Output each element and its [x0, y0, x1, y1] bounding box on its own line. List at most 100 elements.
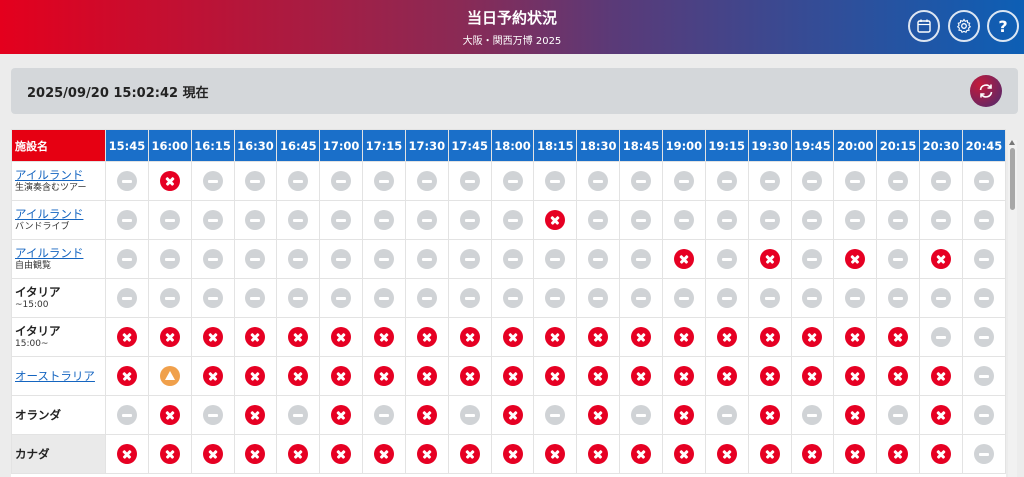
status-full-icon — [673, 444, 694, 465]
status-full-icon — [502, 405, 523, 426]
help-button[interactable]: ? — [987, 10, 1019, 42]
slot-cell — [233, 161, 278, 201]
status-full-icon — [502, 444, 523, 465]
slot-cell — [619, 317, 663, 357]
slot-cell — [276, 356, 321, 396]
status-none-icon — [459, 249, 480, 270]
status-none-icon — [973, 171, 994, 192]
status-full-icon — [373, 327, 394, 348]
slot-cell — [362, 317, 406, 357]
slot-cell — [105, 278, 149, 318]
status-none-icon — [716, 171, 737, 192]
status-none-icon — [545, 249, 566, 270]
facility-link[interactable]: アイルランド — [15, 207, 105, 221]
slot-cell — [362, 239, 406, 279]
facility-link[interactable]: オーストラリア — [15, 369, 105, 383]
status-full-icon — [716, 444, 737, 465]
slot-cell — [490, 317, 535, 357]
slot-cell — [747, 239, 792, 279]
slot-cell — [147, 278, 192, 318]
status-none-icon — [116, 249, 137, 270]
status-full-icon — [845, 249, 866, 270]
status-full-icon — [416, 327, 437, 348]
time-column-header: 18:00 — [490, 129, 535, 162]
slot-cell — [276, 278, 321, 318]
slot-cell — [619, 161, 663, 201]
status-none-icon — [416, 171, 437, 192]
facility-name: オランダ — [15, 408, 61, 422]
status-none-icon — [288, 249, 309, 270]
current-timestamp: 2025/09/20 15:02:42 現在 — [27, 86, 209, 101]
status-full-icon — [416, 444, 437, 465]
facility-cell: オランダ — [11, 395, 106, 435]
status-none-icon — [545, 171, 566, 192]
facility-cell: オーストラリア — [11, 356, 106, 396]
status-full-icon — [159, 405, 180, 426]
slot-cell — [619, 434, 663, 474]
status-none-icon — [973, 210, 994, 231]
status-none-icon — [631, 405, 652, 426]
slot-cell — [576, 239, 621, 279]
time-column-header: 18:15 — [533, 129, 578, 162]
slot-cell — [747, 161, 792, 201]
facility-link[interactable]: アイルランド — [15, 168, 105, 182]
status-full-icon — [116, 327, 137, 348]
status-full-icon — [202, 366, 223, 387]
refresh-button[interactable] — [970, 75, 1002, 107]
slot-cell — [661, 356, 706, 396]
time-column-header: 20:30 — [919, 129, 963, 162]
slot-cell — [876, 161, 921, 201]
slot-cell — [747, 200, 792, 240]
slot-cell — [190, 356, 235, 396]
slot-cell — [190, 317, 235, 357]
status-none-icon — [588, 249, 609, 270]
slot-cell — [362, 200, 406, 240]
slot-cell — [447, 395, 492, 435]
slot-cell — [961, 434, 1006, 474]
status-none-icon — [845, 171, 866, 192]
facility-subtitle: 生演奏含むツアー — [15, 182, 87, 193]
status-full-icon — [631, 444, 652, 465]
status-full-icon — [631, 366, 652, 387]
slot-cell — [533, 434, 578, 474]
status-none-icon — [845, 210, 866, 231]
slot-cell — [876, 278, 921, 318]
scroll-up-arrow[interactable] — [1009, 140, 1015, 145]
status-full-icon — [245, 444, 266, 465]
status-full-icon — [373, 444, 394, 465]
status-full-icon — [802, 366, 823, 387]
slot-cell — [533, 278, 578, 318]
time-header-row: 施設名 15:45 16:00 16:15 16:30 16:45 17:00 17:15 1… — [11, 129, 1006, 162]
status-full-icon — [588, 327, 609, 348]
status-full-icon — [588, 444, 609, 465]
status-few-icon — [159, 366, 180, 387]
slot-cell — [790, 200, 835, 240]
status-none-icon — [288, 171, 309, 192]
status-full-icon — [459, 366, 480, 387]
slot-cell — [961, 161, 1006, 201]
slot-cell — [105, 200, 149, 240]
status-none-icon — [159, 288, 180, 309]
status-full-icon — [759, 366, 780, 387]
calendar-button[interactable] — [908, 10, 940, 42]
facility-link[interactable]: アイルランド — [15, 246, 105, 260]
slot-cell — [404, 200, 449, 240]
slot-cell — [919, 239, 963, 279]
settings-button[interactable] — [948, 10, 980, 42]
status-none-icon — [459, 405, 480, 426]
status-none-icon — [502, 171, 523, 192]
status-none-icon — [716, 249, 737, 270]
scrollbar-thumb[interactable] — [1010, 148, 1015, 210]
facility-subtitle: ~15:00 — [15, 299, 49, 310]
slot-cell — [105, 317, 149, 357]
refresh-icon — [979, 84, 993, 98]
facility-cell: イタリア ~15:00 — [11, 278, 106, 318]
status-none-icon — [973, 366, 994, 387]
vertical-scrollbar[interactable] — [1008, 140, 1017, 477]
slot-cell — [790, 239, 835, 279]
time-column-header: 20:45 — [961, 129, 1006, 162]
status-none-icon — [930, 210, 951, 231]
status-none-icon — [202, 210, 223, 231]
status-none-icon — [288, 405, 309, 426]
status-full-icon — [245, 366, 266, 387]
